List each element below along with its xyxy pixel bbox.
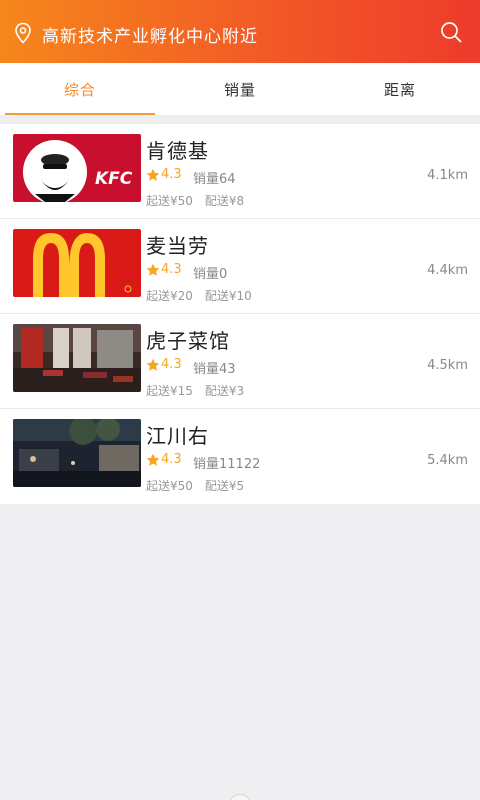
rating-value: 4.3: [161, 452, 182, 467]
store-distance: 4.1km: [427, 168, 468, 183]
store-rating: 4.3: [146, 357, 182, 372]
map-pin-icon[interactable]: [13, 22, 33, 44]
star-icon: [146, 358, 160, 371]
delivery-fee: 配送¥5: [204, 479, 245, 493]
store-list: KFC 肯德基 4.3 销量64 4.1km 起送¥50 配送¥8 麦当劳 4.…: [0, 124, 480, 504]
sort-tabs: 综合 销量 距离: [0, 63, 480, 115]
store-distance: 5.4km: [427, 453, 468, 468]
store-image: [13, 324, 141, 392]
store-fees: 起送¥50 配送¥8: [146, 192, 244, 209]
list-item[interactable]: 麦当劳 4.3 销量0 4.4km 起送¥20 配送¥10: [0, 219, 480, 314]
star-icon: [146, 263, 160, 276]
store-name: 江川右: [146, 424, 209, 448]
store-fees: 起送¥50 配送¥5: [146, 477, 244, 494]
star-icon: [146, 168, 160, 181]
min-order: 起送¥50: [146, 479, 193, 493]
list-item[interactable]: KFC 肯德基 4.3 销量64 4.1km 起送¥50 配送¥8: [0, 124, 480, 219]
delivery-fee: 配送¥3: [204, 384, 245, 398]
rating-value: 4.3: [161, 262, 182, 277]
list-item[interactable]: 虎子菜馆 4.3 销量43 4.5km 起送¥15 配送¥3: [0, 314, 480, 409]
tab-comprehensive[interactable]: 综合: [0, 63, 160, 115]
store-sales: 销量43: [193, 362, 236, 377]
location-label[interactable]: 高新技术产业孵化中心附近: [42, 22, 258, 47]
store-distance: 4.5km: [427, 358, 468, 373]
store-sales: 销量64: [193, 172, 236, 187]
search-icon[interactable]: [440, 21, 462, 43]
top-bar: 高新技术产业孵化中心附近: [0, 0, 480, 63]
store-distance: 4.4km: [427, 263, 468, 278]
rating-value: 4.3: [161, 167, 182, 182]
star-icon: [146, 453, 160, 466]
tab-sales[interactable]: 销量: [160, 63, 320, 115]
store-rating: 4.3: [146, 262, 182, 277]
store-name: 肯德基: [146, 139, 209, 163]
pull-handle[interactable]: [228, 794, 252, 800]
min-order: 起送¥50: [146, 194, 193, 208]
delivery-fee: 配送¥10: [204, 289, 252, 303]
store-name: 虎子菜馆: [146, 329, 230, 353]
store-name: 麦当劳: [146, 234, 209, 258]
list-item[interactable]: 江川右 4.3 销量11122 5.4km 起送¥50 配送¥5: [0, 409, 480, 504]
store-image: [13, 229, 141, 297]
store-sales: 销量0: [193, 267, 228, 282]
kfc-logo-text: KFC: [95, 169, 133, 189]
store-rating: 4.3: [146, 167, 182, 182]
store-fees: 起送¥20 配送¥10: [146, 287, 252, 304]
store-sales: 销量11122: [193, 457, 261, 472]
store-image: KFC: [13, 134, 141, 202]
delivery-fee: 配送¥8: [204, 194, 245, 208]
min-order: 起送¥20: [146, 289, 193, 303]
store-fees: 起送¥15 配送¥3: [146, 382, 244, 399]
rating-value: 4.3: [161, 357, 182, 372]
store-rating: 4.3: [146, 452, 182, 467]
tab-distance[interactable]: 距离: [320, 63, 480, 115]
store-image: [13, 419, 141, 487]
min-order: 起送¥15: [146, 384, 193, 398]
